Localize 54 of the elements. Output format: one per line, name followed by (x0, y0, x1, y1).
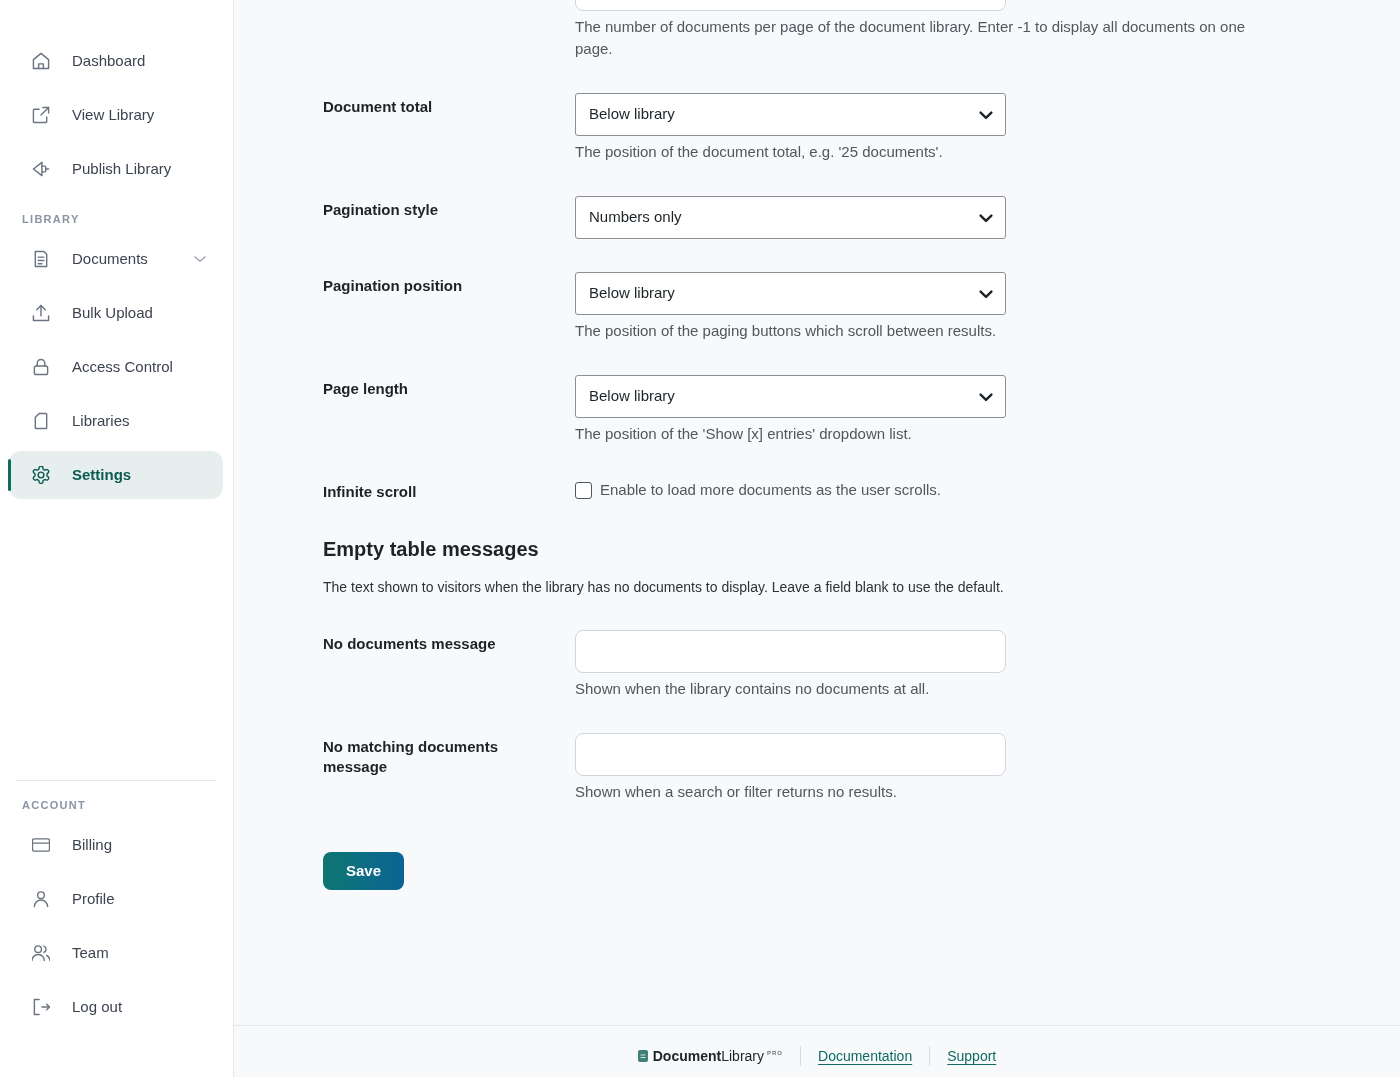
sidebar-item[interactable]: Log out (9, 983, 223, 1031)
sidebar-item[interactable]: View Library (9, 91, 223, 139)
field-label: Pagination position (323, 276, 464, 296)
sidebar-item[interactable]: Libraries (9, 397, 223, 445)
footer-link[interactable]: Documentation (818, 1046, 913, 1066)
dropdown[interactable]: Below library (575, 375, 1006, 418)
sidebar-item[interactable]: Team (9, 929, 223, 977)
upload-icon (32, 304, 50, 322)
dropdown[interactable]: Below library (575, 272, 1006, 315)
footer-link[interactable]: Support (947, 1046, 997, 1066)
file-icon (32, 412, 50, 430)
help-text: The position of the paging buttons which scroll between results. (575, 321, 997, 341)
field-label: No documents message (323, 634, 497, 654)
field-label: Infinite scroll (323, 482, 418, 502)
help-text: The number of documents per page of the document library. Enter -1 to display all documents on one page. (575, 17, 1247, 59)
section-description: The text shown to visitors when the library has no documents to display. Leave a field blank to use the default. (323, 578, 1005, 597)
field-label: Page length (323, 379, 409, 399)
field-label: No matching documents message (323, 737, 499, 777)
help-text: Shown when the library contains no documents at all. (575, 679, 930, 699)
settings-icon (32, 466, 50, 484)
external-link-icon (32, 106, 50, 124)
logout-icon (32, 998, 50, 1016)
credit-card-icon (32, 836, 50, 854)
section-title: Empty table messages (323, 537, 540, 562)
sidebar-item[interactable]: Settings (9, 451, 223, 499)
home-icon (32, 52, 50, 70)
sidebar-item[interactable]: Dashboard (9, 37, 223, 85)
megaphone-icon (32, 160, 50, 178)
sidebar-item[interactable]: Profile (9, 875, 223, 923)
product-logo-text: DocumentLibrary$^{PRO}$ (652, 1047, 783, 1066)
help-text: Shown when a search or filter returns no results. (575, 782, 897, 802)
checkbox-label: Enable to load more documents as the user scrolls. (600, 480, 941, 500)
save-button[interactable]: Save (323, 852, 404, 890)
dropdown[interactable]: Numbers only (575, 196, 1006, 239)
field-label: Document total (323, 97, 434, 117)
text-field[interactable] (575, 630, 1006, 673)
document-icon (32, 250, 50, 268)
help-text: The position of the 'Show [x] entries' dropdown list. (575, 424, 912, 444)
user-icon (32, 890, 50, 908)
lock-icon (32, 358, 50, 376)
help-text: The position of the document total, e.g. '25 documents'. (575, 142, 943, 162)
section-heading: ACCOUNT (21, 798, 87, 813)
sidebar-item[interactable]: Access Control (9, 343, 223, 391)
dropdown[interactable]: Below library (575, 93, 1006, 136)
text-field[interactable] (575, 733, 1006, 776)
sidebar-item[interactable]: Billing (9, 821, 223, 869)
sidebar-item[interactable]: Bulk Upload (9, 289, 223, 337)
field-label: Pagination style (323, 200, 440, 220)
document-logo-icon (637, 1050, 648, 1062)
checkbox[interactable] (575, 481, 592, 499)
users-icon (32, 944, 50, 962)
section-heading: LIBRARY (21, 212, 80, 227)
sidebar-item[interactable]: Publish Library (9, 145, 223, 193)
sidebar-item[interactable]: Documents (9, 235, 223, 283)
